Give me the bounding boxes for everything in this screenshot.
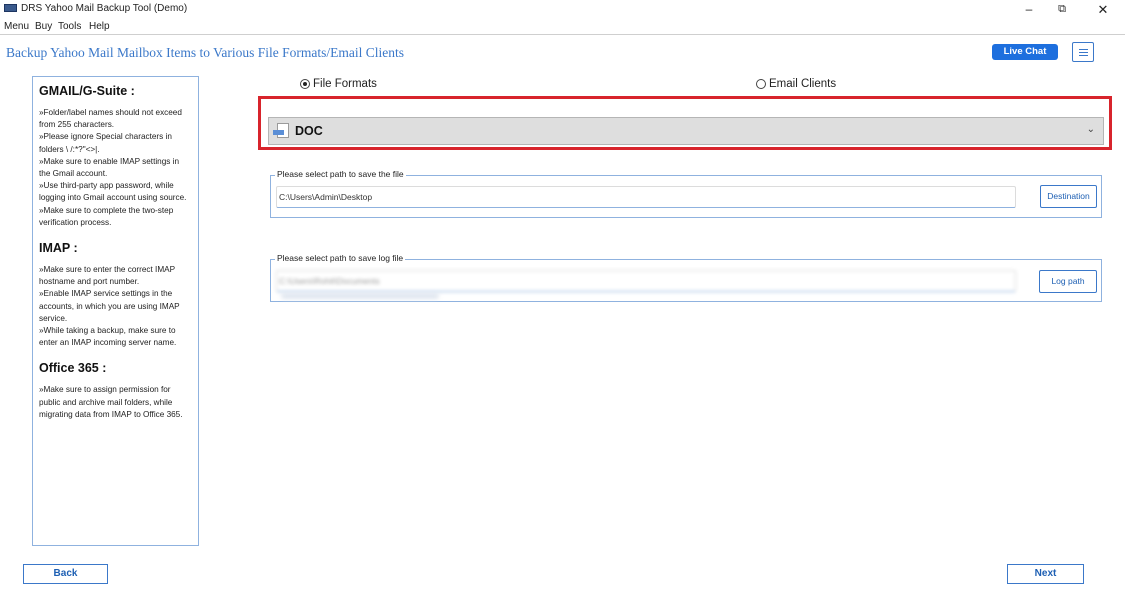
info-line: »Make sure to assign permission for publ… — [39, 385, 183, 419]
info-heading-gmail: GMAIL/G-Suite : — [39, 84, 135, 98]
email-clients-radio[interactable]: Email Clients — [756, 78, 836, 90]
log-path-group: Please select path to save log file C:\U… — [270, 253, 1102, 302]
window-title: DRS Yahoo Mail Backup Tool (Demo) — [21, 3, 188, 14]
menu-bar: Menu Buy Tools Help — [0, 19, 1125, 35]
chevron-down-icon[interactable]: ⌄ — [1087, 124, 1095, 135]
title-bar: DRS Yahoo Mail Backup Tool (Demo) – ⧉ ✕ — [0, 0, 1125, 19]
save-path-group: Please select path to save the file C:\U… — [270, 169, 1102, 218]
hamburger-menu-icon[interactable] — [1072, 42, 1094, 62]
info-line: »While taking a backup, make sure to ent… — [39, 326, 177, 348]
live-chat-button[interactable]: Live Chat — [992, 44, 1058, 60]
info-line: »Make sure to complete the two-step veri… — [39, 205, 174, 227]
info-line: »Use third-party app password, while log… — [39, 181, 187, 203]
info-line: »Make sure to enter the correct IMAP hos… — [39, 265, 175, 287]
info-text-gmail: »Folder/label names should not exceed fr… — [39, 107, 192, 229]
close-button[interactable]: ✕ — [1088, 0, 1118, 19]
info-line: »Folder/label names should not exceed fr… — [39, 108, 182, 130]
page-title: Backup Yahoo Mail Mailbox Items to Vario… — [6, 45, 404, 60]
log-path-field[interactable]: C:\Users\Rohit\Documents — [276, 270, 1016, 292]
format-selected-value: DOC — [295, 124, 323, 138]
doc-file-icon — [273, 123, 291, 138]
destination-button[interactable]: Destination — [1040, 185, 1097, 208]
file-formats-label: File Formats — [313, 78, 377, 90]
menu-item-help[interactable]: Help — [89, 21, 110, 32]
info-heading-imap: IMAP : — [39, 241, 78, 256]
app-logo-icon — [4, 4, 17, 12]
blurred-overlay — [281, 293, 439, 299]
info-heading-office365: Office 365 : — [39, 361, 107, 376]
format-dropdown[interactable]: DOC ⌄ — [268, 117, 1104, 145]
menu-item-tools[interactable]: Tools — [58, 21, 81, 32]
menu-item-menu[interactable]: Menu — [4, 21, 29, 32]
info-line: »Please ignore Special characters in fol… — [39, 132, 172, 154]
log-path-button[interactable]: Log path — [1039, 270, 1097, 293]
info-panel: GMAIL/G-Suite : »Folder/label names shou… — [32, 76, 199, 546]
info-text-imap: »Make sure to enter the correct IMAP hos… — [39, 264, 192, 349]
minimize-button[interactable]: – — [1014, 0, 1044, 19]
file-formats-radio[interactable]: File Formats — [300, 78, 377, 90]
email-clients-label: Email Clients — [769, 78, 837, 90]
next-button[interactable]: Next — [1007, 564, 1084, 584]
radio-checked-icon[interactable] — [300, 79, 310, 89]
info-line: »Make sure to enable IMAP settings in th… — [39, 156, 180, 179]
radio-unchecked-icon[interactable] — [756, 79, 766, 89]
menu-item-buy[interactable]: Buy — [35, 21, 52, 32]
save-path-field[interactable]: C:\Users\Admin\Desktop — [276, 186, 1016, 208]
back-button[interactable]: Back — [23, 564, 108, 584]
save-path-legend: Please select path to save the file — [275, 169, 406, 179]
maximize-button[interactable]: ⧉ — [1047, 0, 1077, 19]
log-path-legend: Please select path to save log file — [275, 253, 406, 263]
info-text-office365: »Make sure to assign permission for publ… — [39, 384, 192, 421]
info-line: »Enable IMAP service settings in the acc… — [39, 289, 180, 323]
